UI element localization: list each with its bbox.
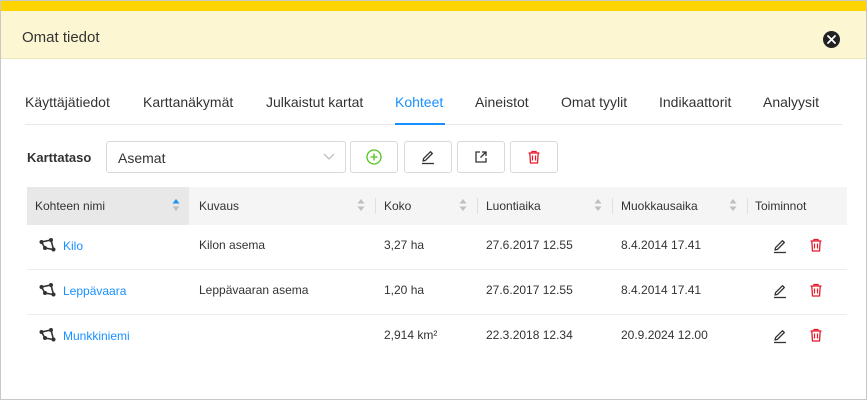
- active-tab-indicator: [395, 123, 445, 125]
- column-description[interactable]: Kuvaus: [189, 187, 375, 225]
- layer-select-value: Asemat: [118, 150, 166, 166]
- modified-cell: 8.4.2014 17.41: [621, 283, 702, 297]
- edit-layer-button[interactable]: [404, 141, 452, 173]
- my-data-dialog: Omat tiedot Käyttäjätiedot Karttanäkymät…: [0, 0, 867, 400]
- column-header-label: Kohteen nimi: [35, 199, 106, 213]
- sort-ascending-icon: [172, 199, 180, 211]
- export-layer-button[interactable]: [457, 141, 505, 173]
- column-header-label: Koko: [384, 199, 412, 213]
- feature-name-link[interactable]: Leppävaara: [63, 284, 126, 298]
- export-icon: [475, 151, 487, 163]
- created-cell: 22.3.2018 12.34: [486, 328, 573, 342]
- modified-cell: 8.4.2014 17.41: [621, 238, 702, 252]
- table-row: Kilo Kilon asema 3,27 ha 27.6.2017 12.55…: [27, 225, 847, 270]
- table-header: Kohteen nimi Kuvaus Koko Luontiaika Muok…: [27, 187, 847, 225]
- delete-trash-icon[interactable]: [808, 237, 824, 253]
- feature-polygon-icon: [39, 238, 56, 252]
- edit-pen-icon[interactable]: [772, 283, 788, 299]
- feature-name-link[interactable]: Kilo: [63, 239, 83, 253]
- feature-polygon-icon: [39, 283, 56, 297]
- column-created[interactable]: Luontiaika: [477, 187, 612, 225]
- feature-name-link[interactable]: Munkkiniemi: [63, 329, 130, 343]
- modified-cell: 20.9.2024 12.00: [621, 328, 708, 342]
- column-feature-name[interactable]: Kohteen nimi: [27, 187, 189, 225]
- delete-layer-button[interactable]: [510, 141, 558, 173]
- tab-features[interactable]: Kohteet: [395, 94, 443, 110]
- edit-pen-icon: [422, 151, 434, 165]
- tab-datasets[interactable]: Aineistot: [475, 94, 529, 110]
- tab-published-maps[interactable]: Julkaistut kartat: [266, 94, 363, 110]
- dialog-title: Omat tiedot: [22, 29, 100, 46]
- dialog-header: Omat tiedot: [1, 11, 866, 59]
- description-cell: Leppävaaran asema: [199, 283, 309, 297]
- column-header-label: Kuvaus: [199, 199, 240, 213]
- chevron-down-icon: [323, 153, 335, 160]
- delete-trash-icon[interactable]: [808, 327, 824, 343]
- column-header-label: Luontiaika: [486, 199, 541, 213]
- column-modified[interactable]: Muokkausaika: [612, 187, 747, 225]
- size-cell: 1,20 ha: [384, 283, 425, 297]
- feature-name-cell: Kilo: [39, 238, 83, 253]
- sort-icon: [729, 199, 737, 211]
- feature-polygon-icon: [39, 328, 56, 342]
- edit-pen-icon[interactable]: [772, 328, 788, 344]
- table-row: Leppävaara Leppävaaran asema 1,20 ha 27.…: [27, 270, 847, 315]
- description-cell: Kilon asema: [199, 238, 266, 252]
- tab-map-views[interactable]: Karttanäkymät: [143, 94, 233, 110]
- feature-name-cell: Munkkiniemi: [39, 328, 130, 343]
- size-cell: 3,27 ha: [384, 238, 425, 252]
- feature-name-cell: Leppävaara: [39, 283, 126, 298]
- features-table: Kohteen nimi Kuvaus Koko Luontiaika Muok…: [27, 187, 847, 360]
- layer-label: Karttataso: [27, 150, 92, 165]
- tab-user-info[interactable]: Käyttäjätiedot: [25, 94, 110, 110]
- sort-icon: [594, 199, 602, 211]
- delete-trash-icon[interactable]: [808, 282, 824, 298]
- tab-analyses[interactable]: Analyysit: [763, 94, 819, 110]
- accent-bar: [1, 1, 866, 11]
- layer-select[interactable]: Asemat: [106, 141, 346, 173]
- edit-pen-icon[interactable]: [772, 238, 788, 254]
- sort-icon: [357, 199, 365, 211]
- tab-own-styles[interactable]: Omat tyylit: [561, 94, 627, 110]
- column-size[interactable]: Koko: [375, 187, 477, 225]
- add-feature-button[interactable]: [350, 141, 398, 173]
- close-icon[interactable]: [823, 31, 840, 48]
- delete-trash-icon: [528, 150, 540, 164]
- size-cell: 2,914 km²: [384, 328, 438, 342]
- column-actions: Toiminnot: [747, 187, 847, 225]
- add-circle-icon: [366, 149, 382, 165]
- tab-bar: Käyttäjätiedot Karttanäkymät Julkaistut …: [25, 81, 842, 125]
- created-cell: 27.6.2017 12.55: [486, 238, 573, 252]
- column-header-label: Toiminnot: [755, 199, 807, 213]
- sort-icon: [459, 199, 467, 211]
- tab-indicators[interactable]: Indikaattorit: [659, 94, 731, 110]
- column-header-label: Muokkausaika: [621, 199, 698, 213]
- created-cell: 27.6.2017 12.55: [486, 283, 573, 297]
- table-row: Munkkiniemi 2,914 km² 22.3.2018 12.34 20…: [27, 315, 847, 360]
